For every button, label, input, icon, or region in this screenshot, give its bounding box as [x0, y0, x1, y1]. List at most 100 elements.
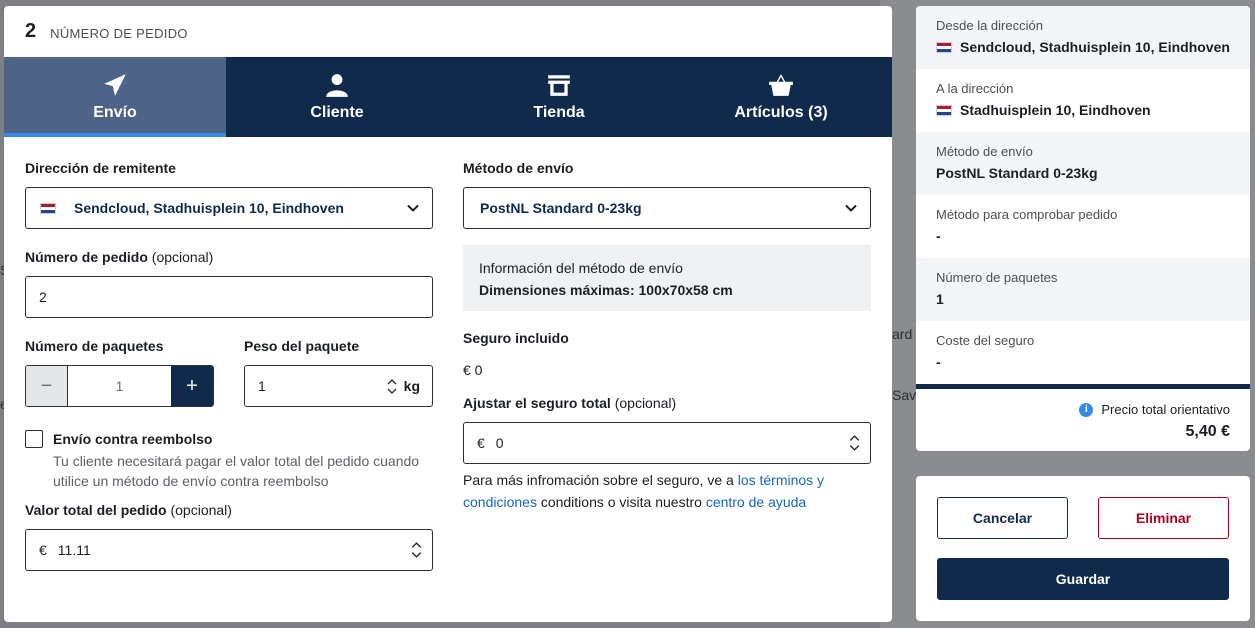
price-label: i Precio total orientativo	[1079, 402, 1230, 417]
adjust-insurance-input-value: 0	[495, 435, 504, 451]
shipping-form: Dirección de remitente Sendcloud, Stadhu…	[4, 137, 892, 622]
tab-envio[interactable]: Envío	[4, 57, 226, 137]
order-summary-panel: Desde la dirección Sendcloud, Stadhuispl…	[916, 6, 1250, 451]
summary-value: Sendcloud, Stadhuisplein 10, Eindhoven	[936, 39, 1230, 55]
tab-tienda[interactable]: Tienda	[448, 57, 670, 137]
decrement-button[interactable]: −	[26, 366, 68, 406]
currency-symbol: €	[477, 435, 485, 451]
summary-value: PostNL Standard 0-23kg	[936, 165, 1098, 181]
weight-input[interactable]: 1 kg	[244, 365, 433, 407]
insurance-note-text: Para más infromación sobre el seguro, ve…	[463, 472, 738, 488]
chevron-down-icon	[845, 204, 857, 212]
summary-value-text: Sendcloud, Stadhuisplein 10, Eindhoven	[960, 39, 1230, 55]
order-value-input[interactable]: € 11.11	[25, 529, 433, 571]
summary-label: Número de paquetes	[936, 270, 1058, 285]
summary-label: Desde la dirección	[936, 18, 1043, 33]
basket-icon	[769, 74, 793, 96]
order-number: 2	[25, 20, 37, 42]
summary-value: -	[936, 228, 941, 244]
adjust-insurance-label: Ajustar el seguro total (opcional)	[463, 395, 676, 411]
shipment-modal: 2 NÚMERO DE PEDIDO Envío Cliente Tienda …	[4, 6, 892, 622]
price-label-text: Precio total orientativo	[1101, 402, 1230, 417]
tab-label: Envío	[93, 104, 137, 121]
store-icon	[548, 75, 570, 96]
summary-value: 1	[936, 291, 944, 307]
price-row: i Precio total orientativo 5,40 €	[916, 389, 1250, 441]
tab-label: Artículos (3)	[734, 104, 828, 121]
user-icon	[326, 74, 348, 97]
chevron-down-icon	[407, 204, 419, 212]
netherlands-flag-icon	[936, 104, 952, 116]
cod-help-text: Tu cliente necesitará pagar el valor tot…	[53, 451, 419, 491]
spinner-icon[interactable]	[411, 541, 422, 559]
shipping-method-info: Información del método de envío Dimensio…	[463, 245, 871, 311]
order-number-label: NÚMERO DE PEDIDO	[50, 25, 188, 41]
packages-label: Número de paquetes	[25, 338, 164, 354]
optional-hint: (opcional)	[614, 395, 677, 411]
summary-value: -	[936, 354, 941, 370]
packages-stepper: − 1 +	[25, 365, 214, 407]
optional-hint: (opcional)	[170, 502, 232, 518]
netherlands-flag-icon	[936, 41, 952, 53]
weight-unit: kg	[403, 378, 420, 394]
order-number-input-value: 2	[39, 289, 47, 305]
currency-symbol: €	[39, 542, 47, 558]
cod-help-line: Tu cliente necesitará pagar el valor tot…	[53, 453, 420, 469]
shipping-method-value: PostNL Standard 0-23kg	[480, 200, 642, 216]
tab-articulos[interactable]: Artículos (3)	[670, 57, 892, 137]
cod-checkbox[interactable]	[25, 430, 43, 448]
summary-label: A la dirección	[936, 81, 1014, 96]
summary-row-method: Método de envío PostNL Standard 0-23kg	[916, 132, 1250, 195]
shipping-method-label: Método de envío	[463, 160, 574, 176]
adjust-insurance-input[interactable]: € 0	[463, 422, 871, 464]
packages-value[interactable]: 1	[68, 366, 171, 406]
info-icon[interactable]: i	[1079, 402, 1094, 417]
save-button[interactable]: Guardar	[937, 558, 1229, 600]
tab-cliente[interactable]: Cliente	[226, 57, 448, 137]
summary-row-from: Desde la dirección Sendcloud, Stadhuispl…	[916, 6, 1250, 69]
summary-row-to: A la dirección Stadhuisplein 10, Eindhov…	[916, 69, 1250, 132]
spinner-icon[interactable]	[387, 378, 397, 395]
increment-button[interactable]: +	[171, 366, 213, 406]
summary-value: Stadhuisplein 10, Eindhoven	[936, 102, 1230, 118]
insurance-note-text: conditions o visita nuestro	[536, 494, 706, 510]
method-info-title: Información del método de envío	[479, 260, 683, 276]
insurance-label: Seguro incluido	[463, 330, 569, 346]
tab-label: Tienda	[533, 104, 585, 121]
adjust-insurance-label-text: Ajustar el seguro total	[463, 395, 611, 411]
order-value-label-text: Valor total del pedido	[25, 502, 167, 518]
price-value: 5,40 €	[1185, 423, 1230, 440]
order-number-field-label: Número de pedido (opcional)	[25, 249, 213, 265]
modal-header: 2 NÚMERO DE PEDIDO	[4, 6, 892, 57]
order-number-field-label-text: Número de pedido	[25, 249, 148, 265]
cancel-button[interactable]: Cancelar	[937, 497, 1068, 539]
sender-address-select[interactable]: Sendcloud, Stadhuisplein 10, Eindhoven	[25, 187, 433, 229]
paper-plane-icon	[104, 74, 126, 96]
summary-row-check-method: Método para comprobar pedido -	[916, 195, 1250, 258]
order-value-label: Valor total del pedido (opcional)	[25, 502, 232, 518]
summary-row-packages: Número de paquetes 1	[916, 258, 1250, 321]
netherlands-flag-icon	[40, 202, 56, 214]
shipping-method-select[interactable]: PostNL Standard 0-23kg	[463, 187, 871, 229]
method-info-dimensions: Dimensiones máximas: 100x70x58 cm	[479, 282, 733, 298]
background-fragment: ard	[892, 326, 913, 342]
insurance-note: Para más infromación sobre el seguro, ve…	[463, 469, 843, 513]
weight-input-value: 1	[258, 378, 266, 394]
action-panel: Cancelar Eliminar Guardar	[916, 476, 1250, 621]
tab-label: Cliente	[310, 104, 364, 121]
weight-label: Peso del paquete	[244, 338, 360, 354]
cod-help-line: utilice un método de envío contra reembo…	[53, 473, 329, 489]
summary-label: Coste del seguro	[936, 333, 1035, 348]
summary-row-insurance-cost: Coste del seguro -	[916, 321, 1250, 384]
help-center-link[interactable]: centro de ayuda	[706, 494, 806, 510]
tab-bar: Envío Cliente Tienda Artículos (3)	[4, 57, 892, 137]
summary-label: Método para comprobar pedido	[936, 207, 1118, 222]
summary-label: Método de envío	[936, 144, 1033, 159]
summary-value-text: Stadhuisplein 10, Eindhoven	[960, 102, 1151, 118]
sender-address-value: Sendcloud, Stadhuisplein 10, Eindhoven	[74, 200, 344, 216]
delete-button[interactable]: Eliminar	[1098, 497, 1229, 539]
order-value-input-value: 11.11	[57, 542, 91, 558]
sender-address-label: Dirección de remitente	[25, 160, 176, 176]
order-number-input[interactable]: 2	[25, 276, 433, 318]
spinner-icon[interactable]	[849, 434, 860, 452]
